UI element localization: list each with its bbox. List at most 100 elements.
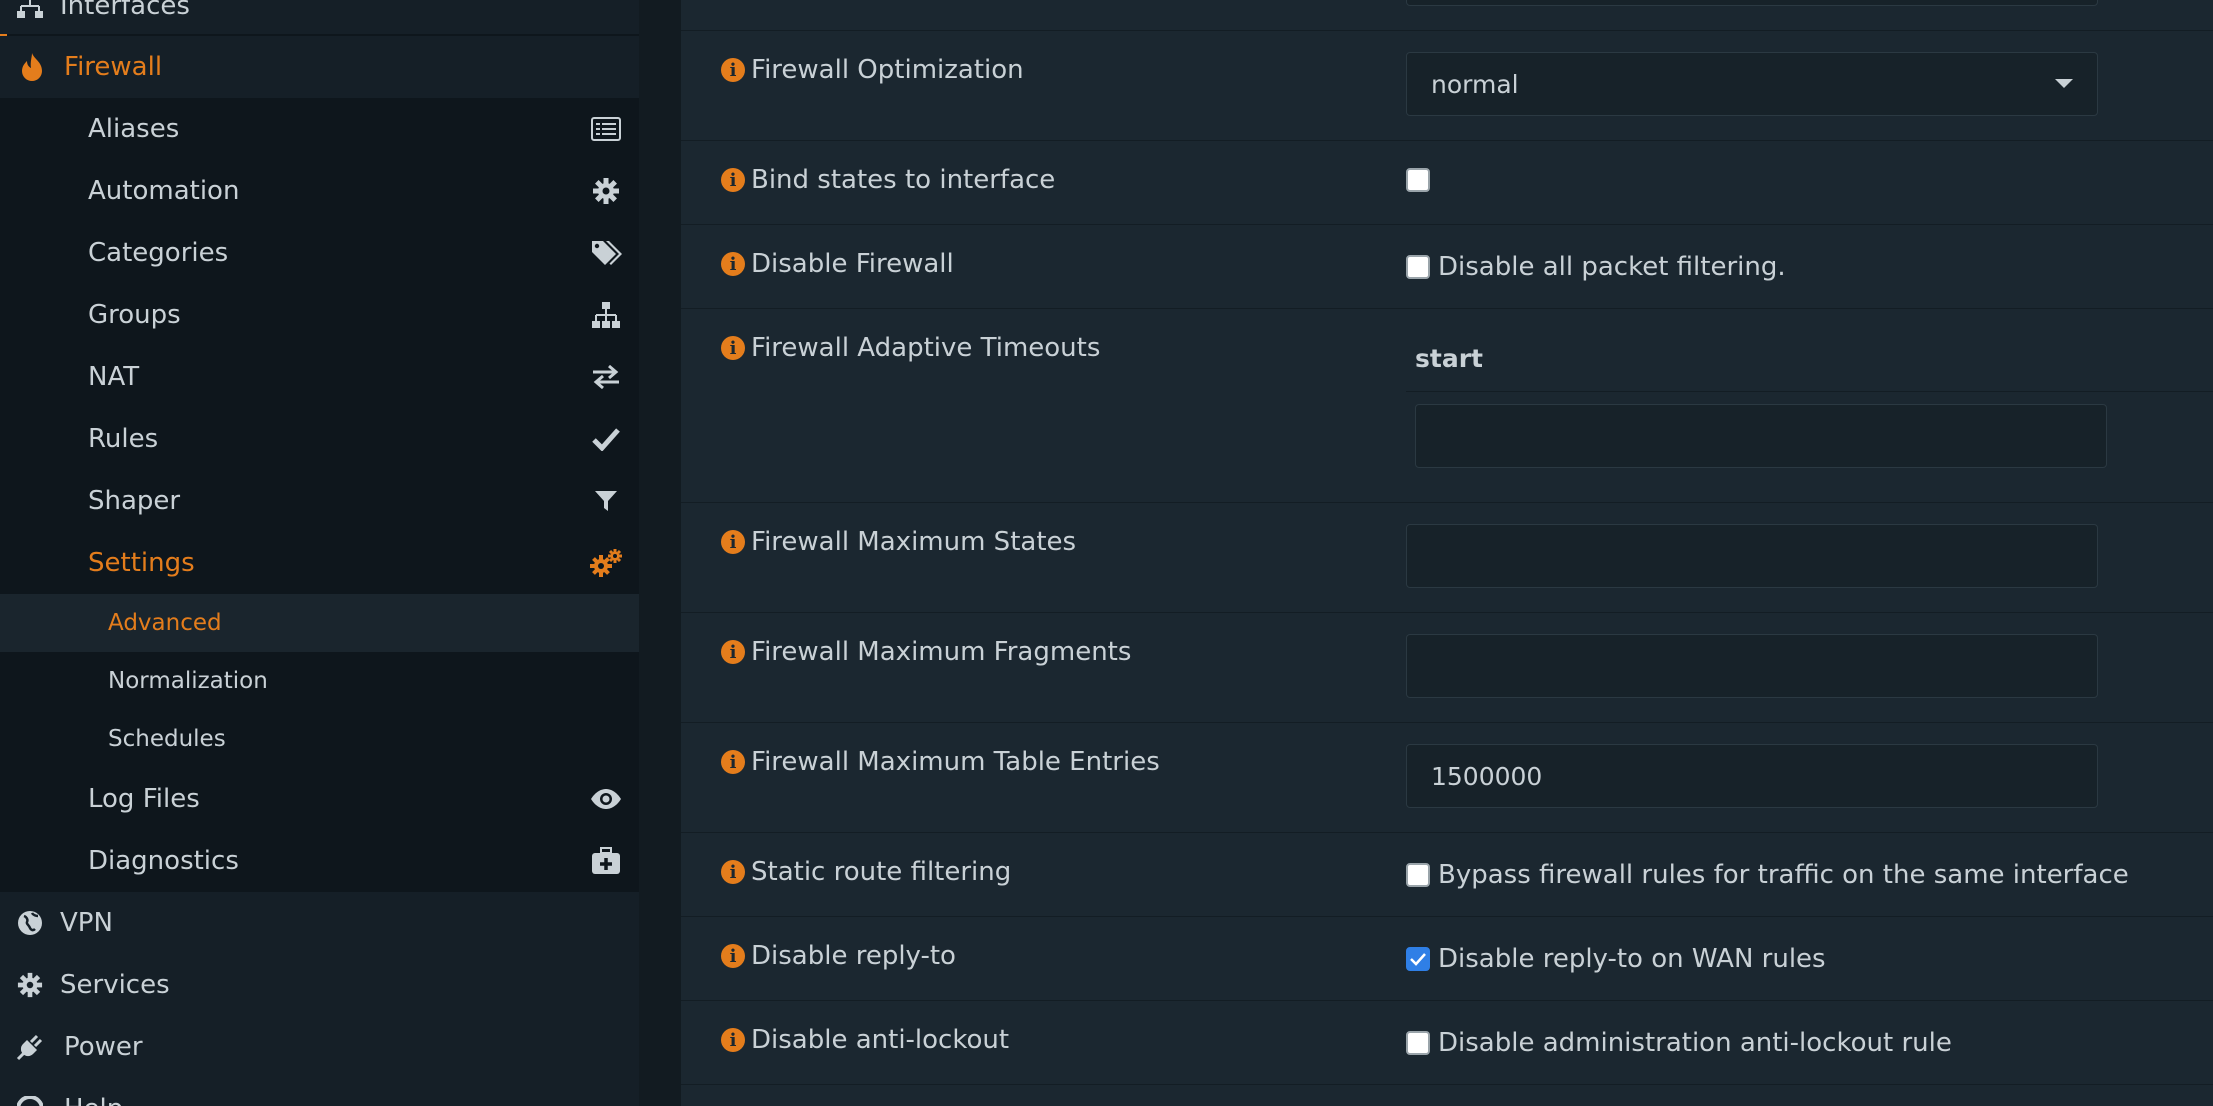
sidebar-item-label: NAT (88, 362, 140, 392)
fire-icon (14, 49, 50, 85)
nav-firewall[interactable]: Firewall (0, 36, 639, 98)
plug-icon (12, 1029, 48, 1065)
sidebar-item-shaper[interactable]: Shaper (0, 470, 639, 532)
sidebar-subitem-normalization[interactable]: Normalization (0, 652, 639, 710)
info-icon[interactable]: i (721, 530, 745, 554)
sidebar-item-label: Aliases (88, 114, 180, 144)
nav-firewall-label: Firewall (64, 52, 163, 82)
form-row-partial (681, 0, 2213, 31)
sidebar-item-aliases[interactable]: Aliases (0, 98, 639, 160)
form-row-reply-to: i Disable reply-to Disable reply-to on WA… (681, 916, 2213, 1001)
check-icon (587, 420, 625, 458)
form-row-anti-lockout: i Disable anti-lockout Disable administra… (681, 1000, 2213, 1085)
sidebar: Interfaces Firewall Aliases Automation C… (0, 0, 639, 1106)
help-icon (12, 1091, 48, 1106)
sitemap-icon (12, 0, 48, 24)
field-label-text: Static route filtering (751, 857, 1012, 887)
anti-lockout-option[interactable]: Disable administration anti-lockout rule (1406, 1028, 1952, 1058)
checkbox-description: Disable administration anti-lockout rule (1438, 1028, 1952, 1058)
sidebar-item-label: Groups (88, 300, 181, 330)
info-icon[interactable]: i (721, 58, 745, 82)
sidebar-subitem-label: Advanced (108, 610, 222, 636)
info-icon[interactable]: i (721, 750, 745, 774)
form-row-max-states: i Firewall Maximum States (681, 502, 2213, 613)
sidebar-subitem-advanced[interactable]: Advanced (0, 594, 639, 652)
sidebar-subitem-schedules[interactable]: Schedules (0, 710, 639, 768)
gear-icon (587, 172, 625, 210)
field-label: i Disable Firewall (721, 249, 954, 279)
checkbox-description: Bypass firewall rules for traffic on the… (1438, 860, 2129, 890)
sidebar-item-log-files[interactable]: Log Files (0, 768, 639, 830)
static-route-option[interactable]: Bypass firewall rules for traffic on the… (1406, 860, 2129, 890)
disable-firewall-checkbox[interactable] (1406, 255, 1430, 279)
info-icon[interactable]: i (721, 336, 745, 360)
form-row-bind-states: i Bind states to interface (681, 140, 2213, 225)
checkbox-description: Disable reply-to on WAN rules (1438, 944, 1826, 974)
field-label-text: Disable Firewall (751, 249, 954, 279)
gear-icon (12, 967, 48, 1003)
max-fragments-input[interactable] (1406, 634, 2098, 698)
info-icon[interactable]: i (721, 860, 745, 884)
nav-vpn[interactable]: VPN (0, 892, 639, 954)
sidebar-item-label: Shaper (88, 486, 181, 516)
sidebar-divider (639, 0, 681, 1106)
anti-lockout-checkbox[interactable] (1406, 1031, 1430, 1055)
field-label-text: Firewall Adaptive Timeouts (751, 333, 1101, 363)
eye-icon (587, 780, 625, 818)
form-row-max-table-entries: i Firewall Maximum Table Entries (681, 722, 2213, 833)
sidebar-item-label: Automation (88, 176, 240, 206)
max-table-entries-input[interactable] (1406, 744, 2098, 808)
tags-icon (587, 234, 625, 272)
info-icon[interactable]: i (721, 252, 745, 276)
field-label-text: Disable anti-lockout (751, 1025, 1010, 1055)
field-label: i Firewall Maximum Fragments (721, 637, 1131, 667)
field-label-text: Firewall Maximum States (751, 527, 1077, 557)
bind-states-checkbox[interactable] (1406, 168, 1430, 192)
settings-form: i Firewall Optimization normal i Bind stat… (681, 0, 2213, 1106)
sidebar-item-automation[interactable]: Automation (0, 160, 639, 222)
nav-vpn-label: VPN (60, 908, 113, 938)
max-states-input[interactable] (1406, 524, 2098, 588)
reply-to-option[interactable]: Disable reply-to on WAN rules (1406, 944, 1826, 974)
nav-services[interactable]: Services (0, 954, 639, 1016)
adaptive-start-label: start (1415, 344, 1483, 373)
reply-to-checkbox[interactable] (1406, 947, 1430, 971)
sidebar-item-categories[interactable]: Categories (0, 222, 639, 284)
info-icon[interactable]: i (721, 168, 745, 192)
sitemap-icon (587, 296, 625, 334)
static-route-checkbox[interactable] (1406, 863, 1430, 887)
field-label: i Disable reply-to (721, 941, 956, 971)
form-row-optimization: i Firewall Optimization normal (681, 30, 2213, 141)
sidebar-item-label: Settings (88, 548, 195, 578)
disable-firewall-option[interactable]: Disable all packet filtering. (1406, 252, 1786, 282)
optimization-select[interactable]: normal (1406, 52, 2098, 116)
sidebar-item-diagnostics[interactable]: Diagnostics (0, 830, 639, 892)
exchange-icon (587, 358, 625, 396)
sidebar-subitem-label: Schedules (108, 726, 226, 752)
adaptive-start-input[interactable] (1415, 404, 2107, 468)
sidebar-subitem-label: Normalization (108, 668, 268, 694)
field-label: i Static route filtering (721, 857, 1011, 887)
form-row-max-fragments: i Firewall Maximum Fragments (681, 612, 2213, 723)
nav-power[interactable]: Power (0, 1016, 639, 1078)
sidebar-item-rules[interactable]: Rules (0, 408, 639, 470)
info-icon[interactable]: i (721, 640, 745, 664)
sidebar-item-groups[interactable]: Groups (0, 284, 639, 346)
sidebar-item-settings[interactable]: Settings (0, 532, 639, 594)
gears-icon (587, 544, 625, 582)
adaptive-divider (1406, 391, 2213, 392)
field-label-text: Firewall Maximum Fragments (751, 637, 1132, 667)
info-icon[interactable]: i (721, 1028, 745, 1052)
globe-icon (12, 905, 48, 941)
field-label: i Firewall Optimization (721, 55, 1024, 85)
sidebar-item-label: Categories (88, 238, 229, 268)
nav-services-label: Services (60, 970, 170, 1000)
nav-help-label: Help (64, 1094, 123, 1106)
sidebar-item-nat[interactable]: NAT (0, 346, 639, 408)
partial-input[interactable] (1406, 0, 2098, 6)
nav-interfaces[interactable]: Interfaces (0, 0, 639, 34)
field-label-text: Bind states to interface (751, 165, 1056, 195)
nav-help[interactable]: Help (0, 1078, 639, 1106)
info-icon[interactable]: i (721, 944, 745, 968)
form-row-static-route: i Static route filtering Bypass firewall … (681, 832, 2213, 917)
